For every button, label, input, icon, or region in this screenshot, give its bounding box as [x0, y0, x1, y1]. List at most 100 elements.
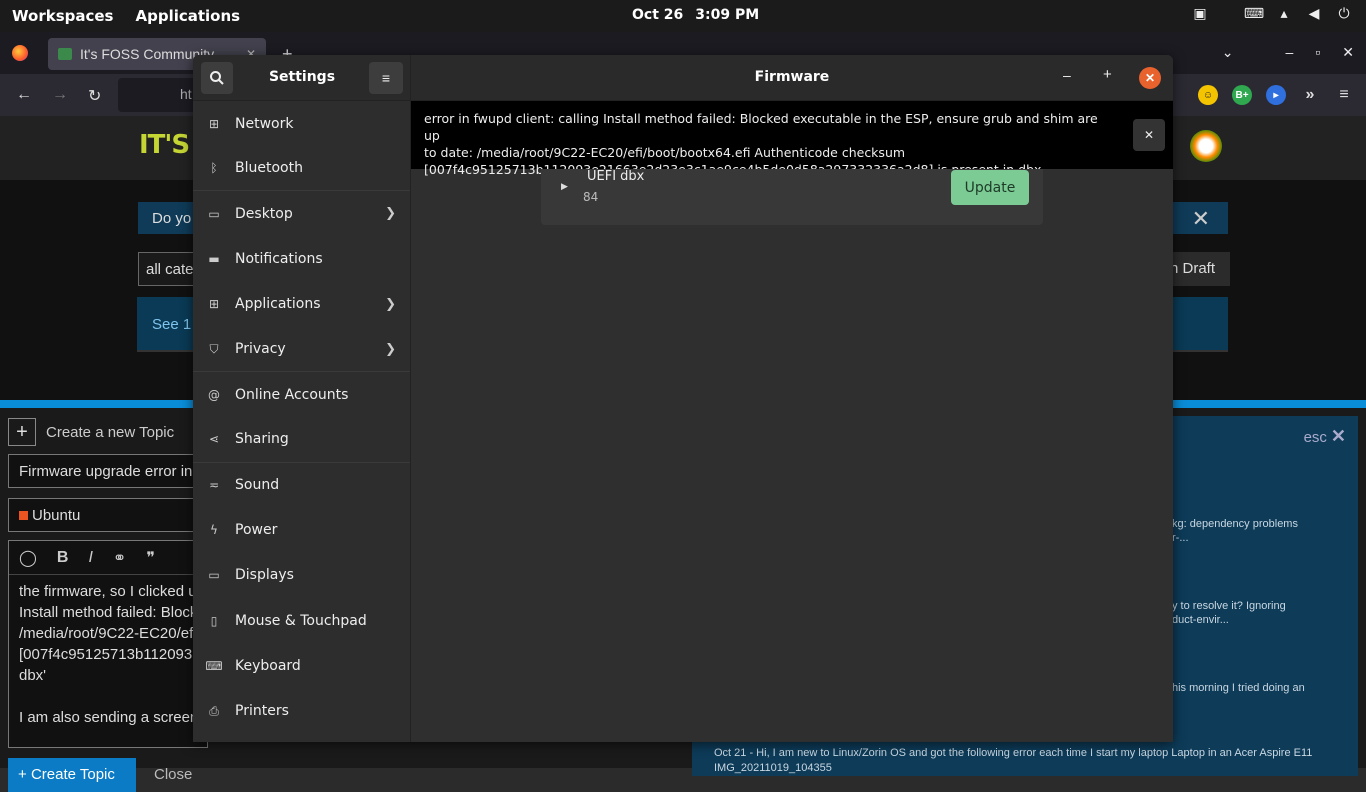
sidebar-item-sound[interactable]: ≂ Sound — [193, 463, 410, 508]
snippet-line: his morning I tried doing an — [1172, 682, 1305, 694]
printers-icon: ⎙ — [209, 703, 219, 718]
topic-editor[interactable]: ◯ B I ⚭ ❞ the firmware, so I clicked u In… — [8, 540, 208, 748]
chevron-right-icon: ❯ — [385, 341, 396, 357]
sidebar-item-power[interactable]: ϟ Power — [193, 508, 410, 553]
browser-minimize-icon[interactable]: – — [1286, 44, 1294, 61]
browser-maximize-icon[interactable]: ▫ — [1315, 44, 1320, 61]
power-menu-icon[interactable]: ⏻ — [1336, 6, 1352, 22]
category-color-icon — [19, 511, 28, 520]
back-icon[interactable]: ← — [16, 86, 32, 104]
quote-icon[interactable]: ❞ — [146, 548, 155, 568]
sidebar-item-keyboard[interactable]: ⌨ Keyboard — [193, 643, 410, 688]
power-icon: ϟ — [210, 523, 218, 538]
maximize-icon[interactable]: + — [1103, 66, 1112, 83]
media-extension-icon[interactable]: ▸ — [1266, 85, 1286, 105]
link-icon[interactable]: ⚭ — [113, 548, 126, 568]
sidebar-item-applications[interactable]: ⊞ Applications ❯ — [193, 282, 410, 327]
italic-icon[interactable]: I — [88, 549, 92, 567]
clock[interactable]: Oct 26 3:09 PM — [632, 7, 771, 23]
online-accounts-icon: @ — [208, 387, 220, 402]
menu-button[interactable]: ≡ — [369, 62, 403, 94]
topic-title-input[interactable]: Firmware upgrade error in — [8, 454, 208, 488]
firmware-header: Firmware – + ✕ — [411, 55, 1173, 101]
workspaces-button[interactable]: Workspaces — [12, 7, 113, 25]
expand-arrow-icon[interactable]: ▶ — [561, 181, 568, 192]
plus-icon: + — [18, 766, 27, 783]
display-icon[interactable]: ▣ — [1192, 6, 1208, 22]
minimize-icon[interactable]: – — [1063, 67, 1071, 83]
firmware-device-row[interactable]: ▶ UEFI dbx 84 Update — [541, 169, 1043, 225]
sidebar-item-mouse-touchpad[interactable]: ▯ Mouse & Touchpad — [193, 598, 410, 643]
sidebar-item-label: Sound — [235, 477, 280, 494]
snippet-line: Oct 21 - Hi, I am new to Linux/Zorin OS … — [714, 747, 1313, 759]
speech-bubble-icon[interactable]: ◯ — [19, 548, 37, 568]
firmware-panel: Firmware – + ✕ error in fwupd client: ca… — [411, 55, 1173, 742]
sidebar-item-label: Online Accounts — [235, 386, 349, 403]
tab-list-icon[interactable]: ⌄ — [1222, 44, 1234, 61]
sidebar-item-label: Desktop — [235, 205, 293, 222]
category-select[interactable]: all cate — [138, 252, 198, 286]
similar-close-button[interactable]: esc ✕ — [1304, 426, 1346, 447]
close-composer-button[interactable]: Close — [154, 766, 192, 783]
snippet-line: duct-envir... — [1172, 614, 1229, 626]
sidebar-item-displays[interactable]: ▭ Displays — [193, 553, 410, 598]
editor-line: /media/root/9C22-EC20/efi — [19, 625, 197, 642]
close-icon[interactable]: ✕ — [1139, 67, 1161, 89]
clock-date: Oct 26 — [632, 7, 684, 23]
settings-sidebar-header: Settings ≡ — [193, 55, 410, 101]
settings-window: Settings ≡ ⊞ Network ᛒ Bluetooth ▭ Desktop ❯… — [193, 55, 1173, 742]
similar-topic-snippet[interactable]: Oct 21 - Hi, I am new to Linux/Zorin OS … — [714, 746, 1312, 776]
error-text-line: error in fwupd client: calling Install m… — [424, 111, 1098, 143]
sidebar-item-printers[interactable]: ⎙ Printers — [193, 688, 410, 733]
snippet-line: y to resolve it? Ignoring — [1172, 600, 1286, 612]
sidebar-item-label: Network — [235, 115, 294, 132]
network-status-icon[interactable]: ▴ — [1276, 6, 1292, 22]
sidebar-item-privacy[interactable]: ⛉ Privacy ❯ — [193, 327, 410, 373]
category-value: Ubuntu — [32, 507, 81, 524]
emoji-extension-icon[interactable]: ☺ — [1198, 85, 1218, 105]
snippet-line: kg: dependency problems — [1172, 518, 1298, 530]
close-icon: ✕ — [1330, 426, 1346, 446]
device-version: 84 — [583, 190, 599, 204]
update-button[interactable]: Update — [951, 170, 1029, 205]
more-tools-icon[interactable]: » — [1300, 85, 1320, 105]
error-close-button[interactable]: ✕ — [1133, 119, 1165, 151]
browser-close-icon[interactable]: ✕ — [1342, 44, 1354, 61]
similar-topic-snippet[interactable]: kg: dependency problems r-... — [1172, 518, 1298, 544]
similar-topic-snippet[interactable]: y to resolve it? Ignoring duct-envir... — [1172, 600, 1286, 626]
sidebar-item-bluetooth[interactable]: ᛒ Bluetooth — [193, 146, 410, 192]
sidebar-item-label: Sharing — [235, 431, 289, 448]
reload-icon[interactable]: ↻ — [88, 86, 101, 106]
sidebar-item-label: Printers — [235, 703, 289, 720]
applications-icon: ⊞ — [208, 297, 220, 312]
bold-icon[interactable]: B — [57, 549, 69, 567]
sidebar-item-sharing[interactable]: ⋖ Sharing — [193, 417, 410, 463]
create-topic-button[interactable]: + Create Topic — [8, 758, 136, 792]
hamburger-menu-icon[interactable]: ≡ — [1334, 85, 1354, 105]
editor-line: dbx' — [19, 667, 47, 684]
displays-icon: ▭ — [208, 568, 220, 583]
editor-body[interactable]: the firmware, so I clicked u Install meth… — [9, 575, 207, 734]
sidebar-item-online-accounts[interactable]: @ Online Accounts — [193, 372, 410, 417]
sidebar-item-network[interactable]: ⊞ Network — [193, 101, 410, 146]
notifications-icon: ▬ — [208, 252, 220, 267]
mouse-icon: ▯ — [210, 613, 218, 628]
volume-icon[interactable]: ◀ — [1306, 6, 1322, 22]
error-notification: error in fwupd client: calling Install m… — [411, 101, 1173, 177]
applications-button[interactable]: Applications — [135, 7, 240, 25]
settings-list: ⊞ Network ᛒ Bluetooth ▭ Desktop ❯ ▬ Notificat… — [193, 101, 410, 734]
keyboard-layout-icon[interactable]: ⌨ — [1244, 6, 1264, 22]
sidebar-item-notifications[interactable]: ▬ Notifications — [193, 237, 410, 282]
sidebar-item-desktop[interactable]: ▭ Desktop ❯ — [193, 191, 410, 236]
clock-time: 3:09 PM — [695, 7, 760, 23]
b-plus-extension-icon[interactable]: B+ — [1232, 85, 1252, 105]
topic-category-select[interactable]: Ubuntu — [8, 498, 208, 532]
plus-icon[interactable]: + — [8, 418, 36, 446]
avatar[interactable] — [1190, 130, 1222, 162]
url-text: ht — [180, 86, 192, 102]
editor-line: I am also sending a screen — [19, 709, 199, 726]
forward-icon[interactable]: → — [52, 86, 68, 104]
similar-topic-snippet[interactable]: his morning I tried doing an — [1172, 682, 1305, 694]
firefox-icon[interactable] — [12, 45, 28, 61]
banner-close-icon[interactable]: ✕ — [1192, 206, 1210, 232]
